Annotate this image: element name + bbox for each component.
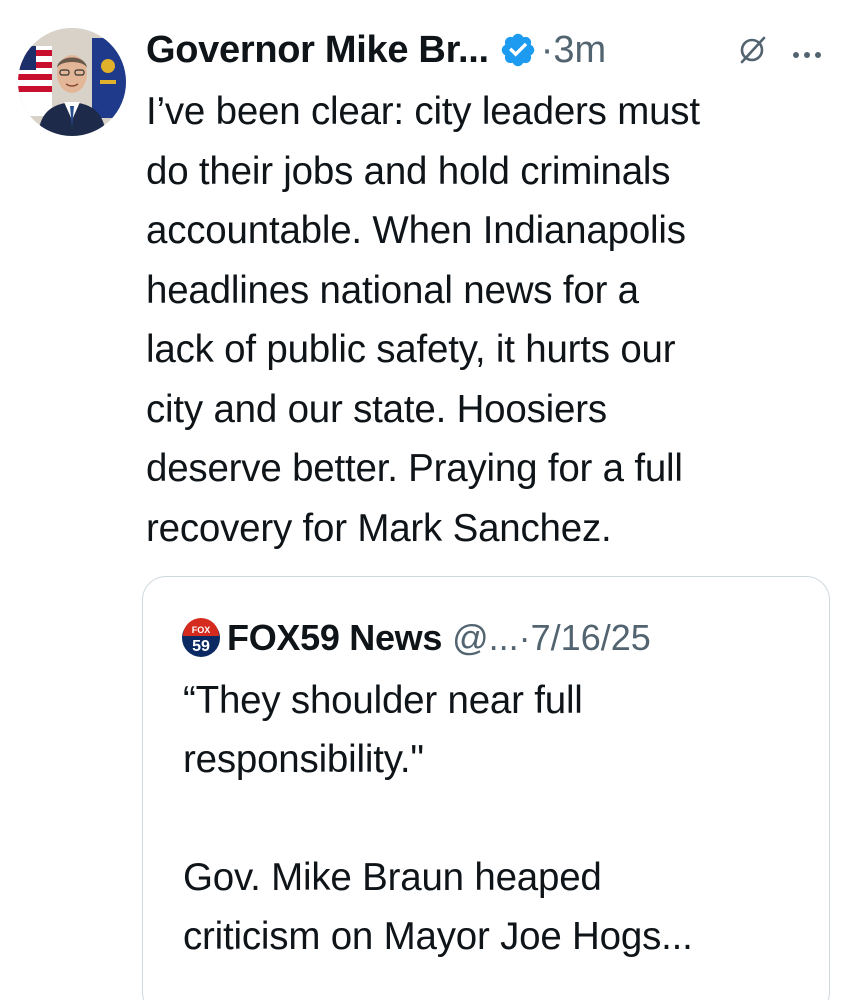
post-text-line: lack of public safety, it hurts our — [146, 328, 676, 371]
header-separator: · — [540, 28, 554, 71]
quoted-author-name[interactable]: FOX59 News — [227, 617, 442, 659]
post-header: Governor Mike Br... · 3m — [146, 22, 606, 78]
more-dots-icon[interactable] — [792, 46, 822, 64]
quoted-text-line: responsibility." — [183, 738, 424, 781]
quoted-text-line: “They shoulder near full — [183, 679, 583, 722]
grok-slash-icon[interactable] — [736, 34, 768, 71]
quoted-post-card[interactable]: FOX 59 FOX59 News @... · 7/16/25 “They s… — [142, 576, 830, 1000]
quoted-author-handle[interactable]: @... — [452, 617, 519, 659]
fox59-logo-icon[interactable]: FOX 59 — [181, 618, 221, 658]
quoted-text-line: criticism on Mayor Joe Hogs... — [183, 915, 693, 958]
post-text-line: accountable. When Indianapolis — [146, 209, 686, 252]
quoted-text-line: Gov. Mike Braun heaped — [183, 856, 602, 899]
post-text-line: do their jobs and hold criminals — [146, 149, 671, 193]
post-text-line: headlines national news for a — [146, 268, 639, 312]
quoted-post-header: FOX 59 FOX59 News @... · 7/16/25 — [181, 613, 651, 663]
post-text-line: recovery for Mark Sanchez. — [146, 506, 612, 550]
quoted-post-text: “They shoulder near full responsibility.… — [183, 671, 803, 966]
post-text-line: I’ve been clear: city leaders must — [146, 90, 700, 133]
post-text-line: city and our state. Hoosiers — [146, 387, 607, 431]
quoted-separator: · — [518, 617, 531, 658]
fox59-logo-bottom-text: 59 — [192, 638, 210, 655]
author-name[interactable]: Governor Mike Br... — [146, 29, 489, 72]
tweet[interactable]: Governor Mike Br... · 3m I’ve been clear… — [0, 0, 846, 1000]
post-text: I’ve been clear: city leaders must do th… — [146, 82, 826, 558]
fox59-logo-top-text: FOX — [192, 625, 211, 635]
author-avatar[interactable] — [18, 28, 126, 136]
quoted-date[interactable]: 7/16/25 — [531, 617, 651, 659]
post-text-line: deserve better. Praying for a full — [146, 447, 683, 490]
verified-badge-icon[interactable] — [499, 31, 537, 69]
post-time[interactable]: 3m — [553, 29, 606, 72]
